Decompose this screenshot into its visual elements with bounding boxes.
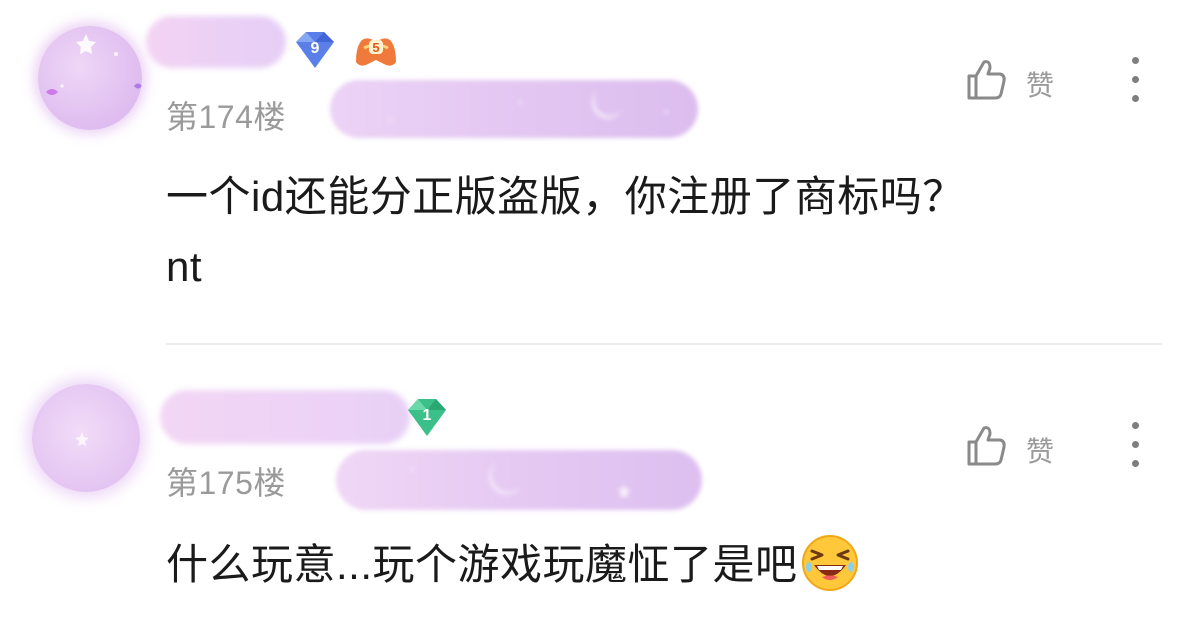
avatar[interactable] (32, 384, 140, 492)
medal-badge-number: 5 (372, 40, 379, 55)
star-decoration-icon (75, 432, 89, 446)
divider (166, 343, 1162, 345)
like-label[interactable]: 赞 (1026, 64, 1054, 104)
more-vertical-icon[interactable] (1131, 57, 1141, 103)
laughing-face-emoji (801, 535, 858, 591)
username-censored[interactable] (160, 390, 410, 444)
avatar[interactable] (38, 26, 142, 130)
ip-location-censored (330, 80, 698, 138)
thumbs-up-icon[interactable] (962, 422, 1010, 470)
level-badge-number: 1 (423, 407, 432, 424)
level-badge[interactable]: 1 (402, 396, 452, 440)
medal-badge[interactable]: 5 (352, 32, 400, 72)
comment-item: 1 第175楼 赞 什么玩意...玩个游戏玩魔怔了是吧 (0, 346, 1200, 628)
level-badge-number: 9 (311, 40, 320, 57)
comment-thread: 9 5 第174楼 赞 一个id还能分正版盗版，你注册了商标吗？ nt 1 第1… (0, 0, 1200, 628)
ip-location-censored (336, 450, 702, 510)
comment-text-content: 什么玩意...玩个游戏玩魔怔了是吧 (166, 541, 798, 588)
moon-decoration-icon (388, 90, 668, 122)
floor-number: 第175楼 (166, 465, 286, 501)
moon-decoration-icon (410, 462, 631, 498)
thumbs-up-icon[interactable] (962, 56, 1010, 104)
level-badge[interactable]: 9 (290, 30, 340, 72)
like-label[interactable]: 赞 (1026, 430, 1054, 470)
comment-text: 一个id还能分正版盗版，你注册了商标吗？ nt (166, 173, 965, 290)
username-censored[interactable] (146, 16, 286, 68)
star-decoration-icon (46, 34, 142, 95)
floor-number: 第174楼 (166, 99, 286, 135)
comment-text: 什么玩意...玩个游戏玩魔怔了是吧 (166, 530, 1156, 600)
more-vertical-icon[interactable] (1131, 422, 1141, 468)
comment-item: 9 5 第174楼 赞 一个id还能分正版盗版，你注册了商标吗？ nt (0, 0, 1200, 345)
